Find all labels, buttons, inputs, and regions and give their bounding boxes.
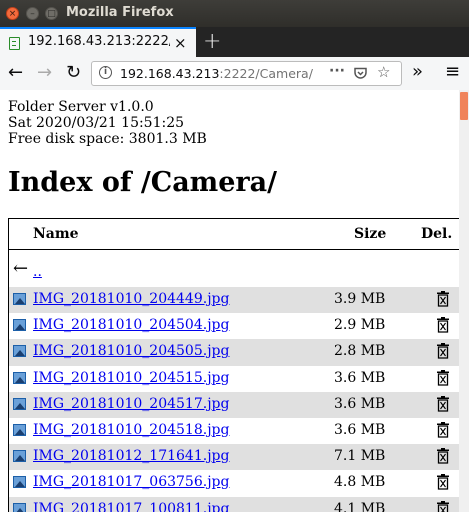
site-info-icon[interactable]: i bbox=[99, 66, 112, 79]
file-size: 7.1 MB bbox=[334, 448, 386, 465]
url-text[interactable]: 192.168.43.213:2222/Camera/ bbox=[120, 66, 313, 81]
parent-directory-link[interactable]: .. bbox=[33, 264, 42, 280]
table-row: IMG_20181010_204449.jpg 3.9 MB bbox=[9, 287, 459, 314]
new-tab-button[interactable]: + bbox=[203, 29, 221, 54]
file-link[interactable]: IMG_20181010_204515.jpg bbox=[33, 370, 229, 386]
file-table: Name Size Del. ← .. IMG_20181010_204449.… bbox=[8, 218, 459, 512]
scrollbar-thumb[interactable] bbox=[460, 92, 468, 120]
table-row: IMG_20181012_171641.jpg 7.1 MB bbox=[9, 444, 459, 471]
trash-icon[interactable] bbox=[437, 317, 449, 333]
image-file-icon bbox=[13, 345, 26, 358]
image-file-icon bbox=[13, 319, 26, 332]
trash-icon[interactable] bbox=[437, 500, 449, 512]
window-maximize-button[interactable]: □ bbox=[45, 7, 58, 20]
page-actions-icon[interactable]: ··· bbox=[329, 63, 345, 79]
file-size: 3.9 MB bbox=[334, 291, 386, 307]
table-row: IMG_20181010_204504.jpg 2.9 MB bbox=[9, 313, 459, 339]
image-file-icon bbox=[13, 293, 26, 305]
file-link[interactable]: IMG_20181010_204504.jpg bbox=[33, 317, 229, 333]
image-file-icon bbox=[13, 371, 26, 384]
file-link[interactable]: IMG_20181010_204517.jpg bbox=[33, 396, 229, 412]
image-file-icon bbox=[13, 502, 26, 512]
file-size: 3.6 MB bbox=[334, 369, 386, 386]
toolbar-overflow-button[interactable]: » bbox=[412, 61, 423, 82]
table-row: IMG_20181017_100811.jpg 4.1 MB bbox=[9, 496, 459, 512]
file-link[interactable]: IMG_20181010_204449.jpg bbox=[33, 291, 229, 307]
trash-icon[interactable] bbox=[437, 421, 449, 438]
file-size: 4.1 MB bbox=[334, 500, 386, 512]
file-size: 3.6 MB bbox=[334, 421, 386, 438]
tab-title: 192.168.43.213:2222/Camera/ bbox=[28, 34, 170, 49]
window-titlebar: × – □ Mozilla Firefox bbox=[0, 0, 469, 27]
trash-icon[interactable] bbox=[437, 291, 449, 307]
table-row: IMG_20181017_063756.jpg 4.8 MB bbox=[9, 470, 459, 496]
header-name[interactable]: Name bbox=[33, 226, 79, 242]
file-link[interactable]: IMG_20181017_100811.jpg bbox=[33, 501, 229, 512]
forward-button[interactable]: → bbox=[37, 62, 52, 83]
tab-camera[interactable]: 192.168.43.213:2222/Camera/ × bbox=[0, 27, 196, 57]
trash-icon[interactable] bbox=[437, 343, 449, 360]
file-link[interactable]: IMG_20181010_204518.jpg bbox=[33, 422, 229, 438]
image-file-icon bbox=[13, 423, 26, 436]
parent-directory-row[interactable]: ← .. bbox=[9, 250, 459, 287]
tab-close-button[interactable]: × bbox=[174, 34, 187, 52]
page-content: Folder Server v1.0.0 Sat 2020/03/21 15:5… bbox=[0, 90, 459, 512]
table-row: IMG_20181010_204517.jpg 3.6 MB bbox=[9, 391, 459, 418]
table-row: IMG_20181010_204515.jpg 3.6 MB bbox=[9, 366, 459, 392]
url-bar[interactable]: i 192.168.43.213:2222/Camera/ ··· ☆ bbox=[91, 61, 402, 86]
file-size: 3.6 MB bbox=[334, 395, 386, 412]
image-file-icon bbox=[13, 476, 26, 489]
trash-icon[interactable] bbox=[437, 395, 449, 412]
tab-strip: 192.168.43.213:2222/Camera/ × + bbox=[0, 27, 469, 57]
file-link[interactable]: IMG_20181012_171641.jpg bbox=[33, 448, 229, 464]
header-delete: Del. bbox=[421, 226, 453, 242]
server-info: Folder Server v1.0.0 Sat 2020/03/21 15:5… bbox=[8, 99, 207, 147]
file-link[interactable]: IMG_20181017_063756.jpg bbox=[33, 474, 229, 490]
back-button[interactable]: ← bbox=[8, 62, 23, 83]
file-size: 2.8 MB bbox=[334, 343, 386, 360]
header-size[interactable]: Size bbox=[354, 226, 386, 242]
window-minimize-button[interactable]: – bbox=[26, 7, 39, 20]
file-size: 2.9 MB bbox=[334, 317, 386, 334]
page-favicon-icon bbox=[9, 37, 20, 50]
table-row: IMG_20181010_204518.jpg 3.6 MB bbox=[9, 418, 459, 444]
image-file-icon bbox=[13, 397, 26, 410]
server-date: Sat 2020/03/21 15:51:25 bbox=[8, 115, 185, 131]
free-disk-space: Free disk space: 3801.3 MB bbox=[8, 131, 207, 147]
table-row: IMG_20181010_204505.jpg 2.8 MB bbox=[9, 339, 459, 366]
page-title: Index of /Camera/ bbox=[8, 167, 278, 198]
url-path: :2222/Camera/ bbox=[219, 66, 313, 81]
window-title: Mozilla Firefox bbox=[66, 5, 174, 20]
pocket-icon[interactable] bbox=[354, 67, 367, 84]
file-size: 4.8 MB bbox=[334, 474, 386, 491]
bookmark-star-icon[interactable]: ☆ bbox=[377, 63, 390, 81]
url-host: 192.168.43.213 bbox=[120, 66, 220, 81]
server-name: Folder Server v1.0.0 bbox=[8, 99, 154, 115]
navigation-toolbar: ← → ↻ i 192.168.43.213:2222/Camera/ ··· … bbox=[0, 57, 469, 91]
menu-button[interactable]: ≡ bbox=[445, 61, 460, 82]
table-header: Name Size Del. bbox=[9, 219, 459, 250]
image-file-icon bbox=[13, 450, 26, 463]
back-arrow-icon[interactable]: ← bbox=[13, 260, 28, 278]
trash-icon[interactable] bbox=[437, 369, 449, 386]
file-link[interactable]: IMG_20181010_204505.jpg bbox=[33, 343, 229, 359]
trash-icon[interactable] bbox=[437, 448, 449, 464]
reload-button[interactable]: ↻ bbox=[66, 62, 81, 83]
page-scrollbar[interactable] bbox=[459, 90, 469, 512]
window-close-button[interactable]: × bbox=[6, 7, 19, 20]
trash-icon[interactable] bbox=[437, 474, 449, 490]
